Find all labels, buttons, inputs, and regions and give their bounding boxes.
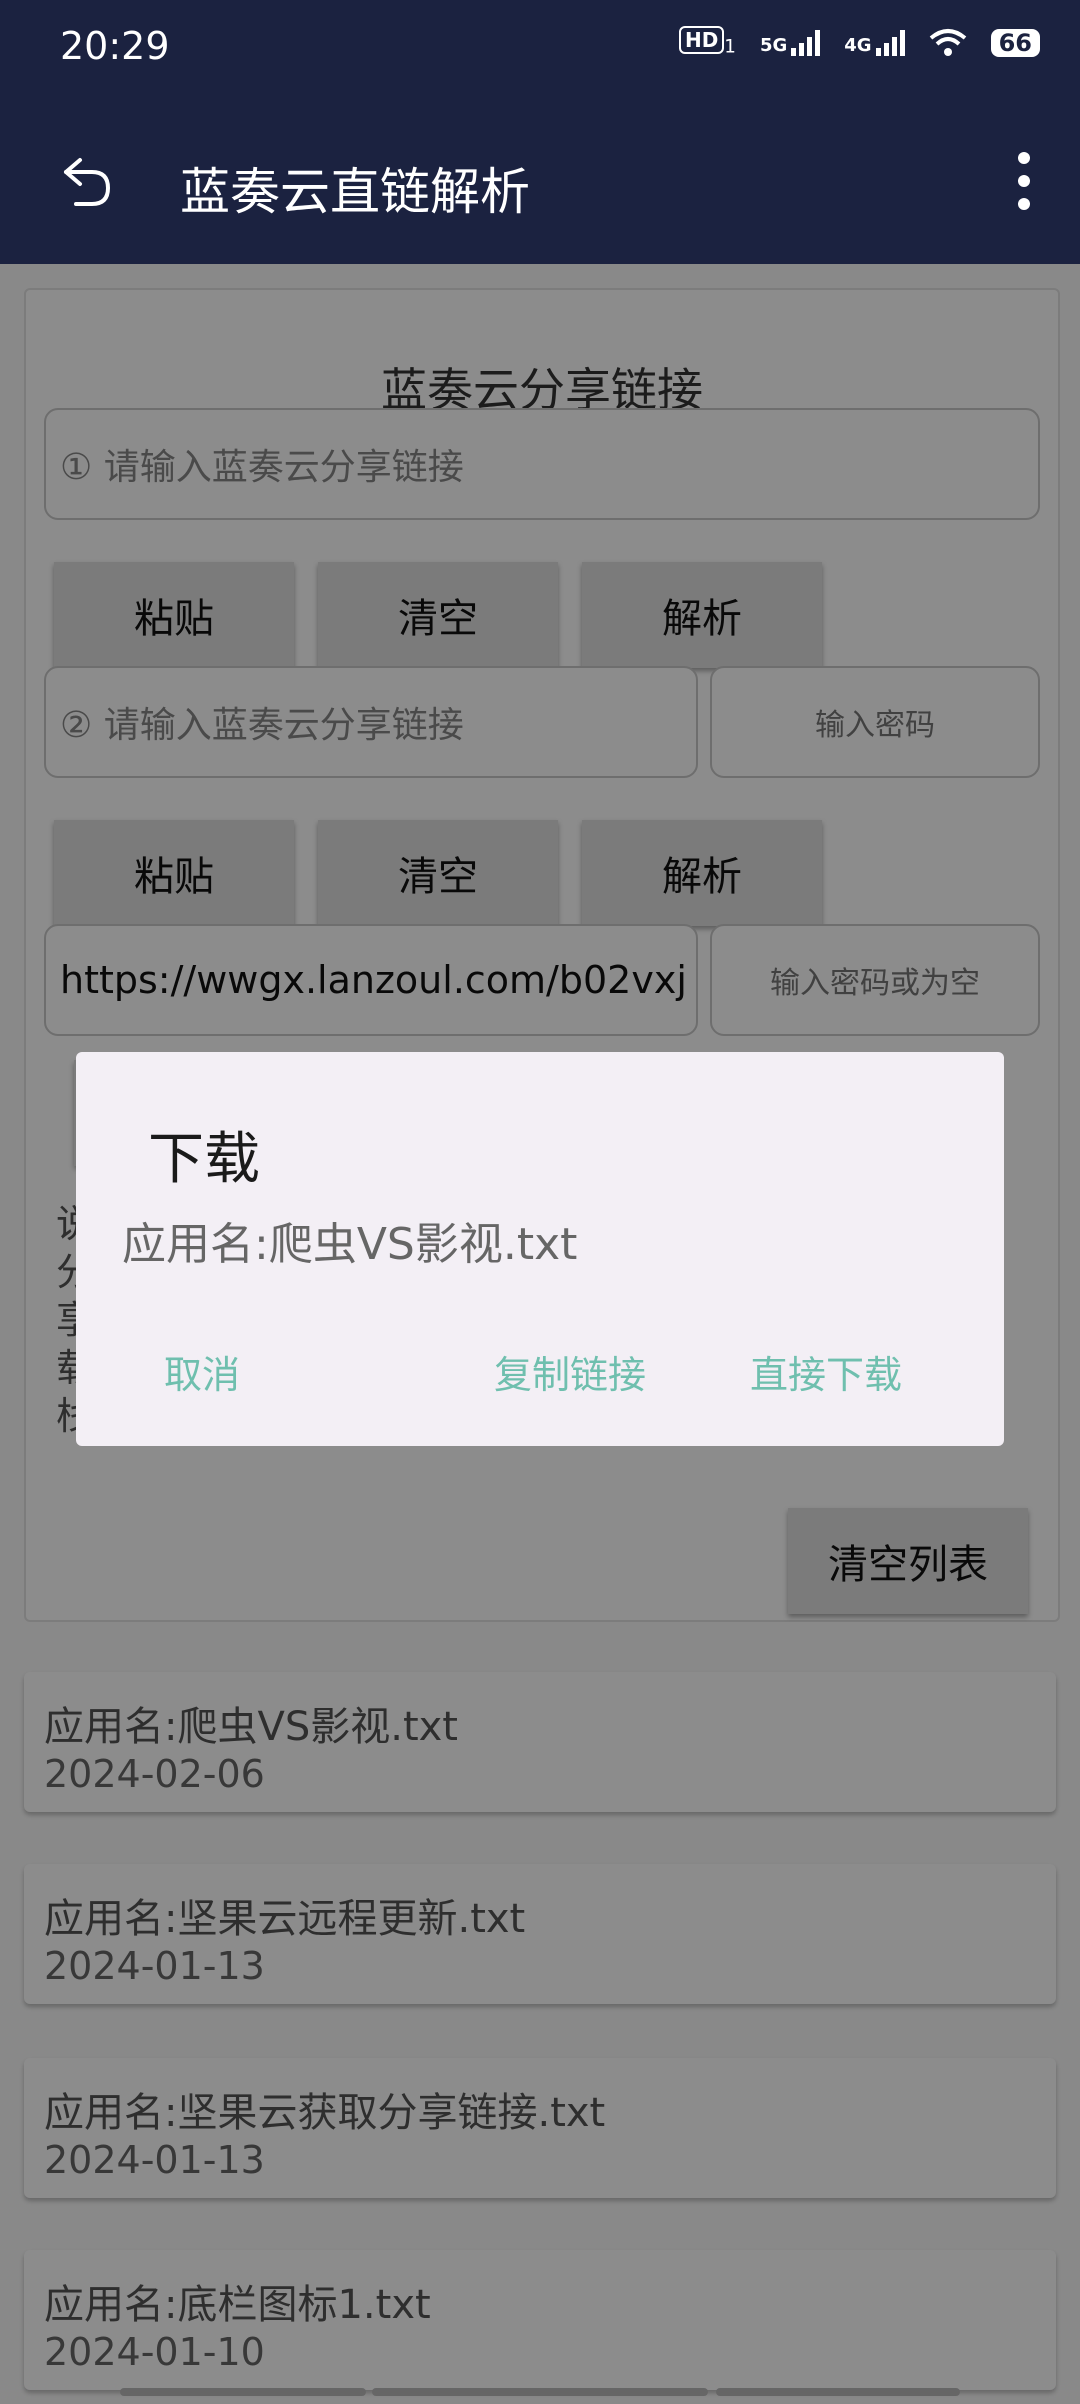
hd-icon: HD 1	[678, 26, 736, 58]
status-icons: HD 1 5G 4G 66	[678, 26, 1040, 58]
signal-5g-icon: 5G	[759, 30, 821, 56]
undo-arrow-icon[interactable]	[58, 154, 114, 210]
copy-link-button[interactable]: 复制链接	[494, 1344, 646, 1399]
download-dialog: 下载 应用名:爬虫VS影视.txt 取消 复制链接 直接下载	[76, 1052, 1004, 1446]
status-time: 20:29	[60, 24, 170, 68]
hd-label: HD	[678, 26, 725, 55]
battery-icon: 66	[990, 29, 1040, 57]
more-vert-icon[interactable]	[1014, 152, 1034, 210]
hd-sub: 1	[724, 36, 736, 58]
direct-download-button[interactable]: 直接下载	[750, 1344, 902, 1399]
status-bar: 20:29 HD 1 5G 4G 66	[0, 0, 1080, 100]
app-bar: 蓝奏云直链解析	[0, 100, 1080, 264]
signal-4g-icon: 4G	[844, 30, 905, 56]
wifi-icon	[929, 29, 966, 56]
dialog-title: 下载	[148, 1127, 260, 1192]
cancel-button[interactable]: 取消	[164, 1344, 240, 1399]
sim1-label: 5G	[759, 35, 788, 56]
dialog-message: 应用名:爬虫VS影视.txt	[122, 1219, 578, 1270]
sim2-label: 4G	[844, 35, 872, 56]
app-title: 蓝奏云直链解析	[180, 163, 530, 221]
